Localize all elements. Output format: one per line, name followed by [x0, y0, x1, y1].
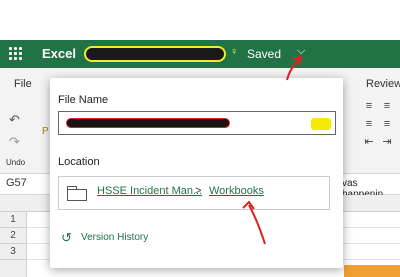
arrow-to-saved	[286, 57, 301, 81]
red-annotation-arrows	[242, 55, 303, 245]
arrow-to-workbooks	[248, 204, 266, 245]
